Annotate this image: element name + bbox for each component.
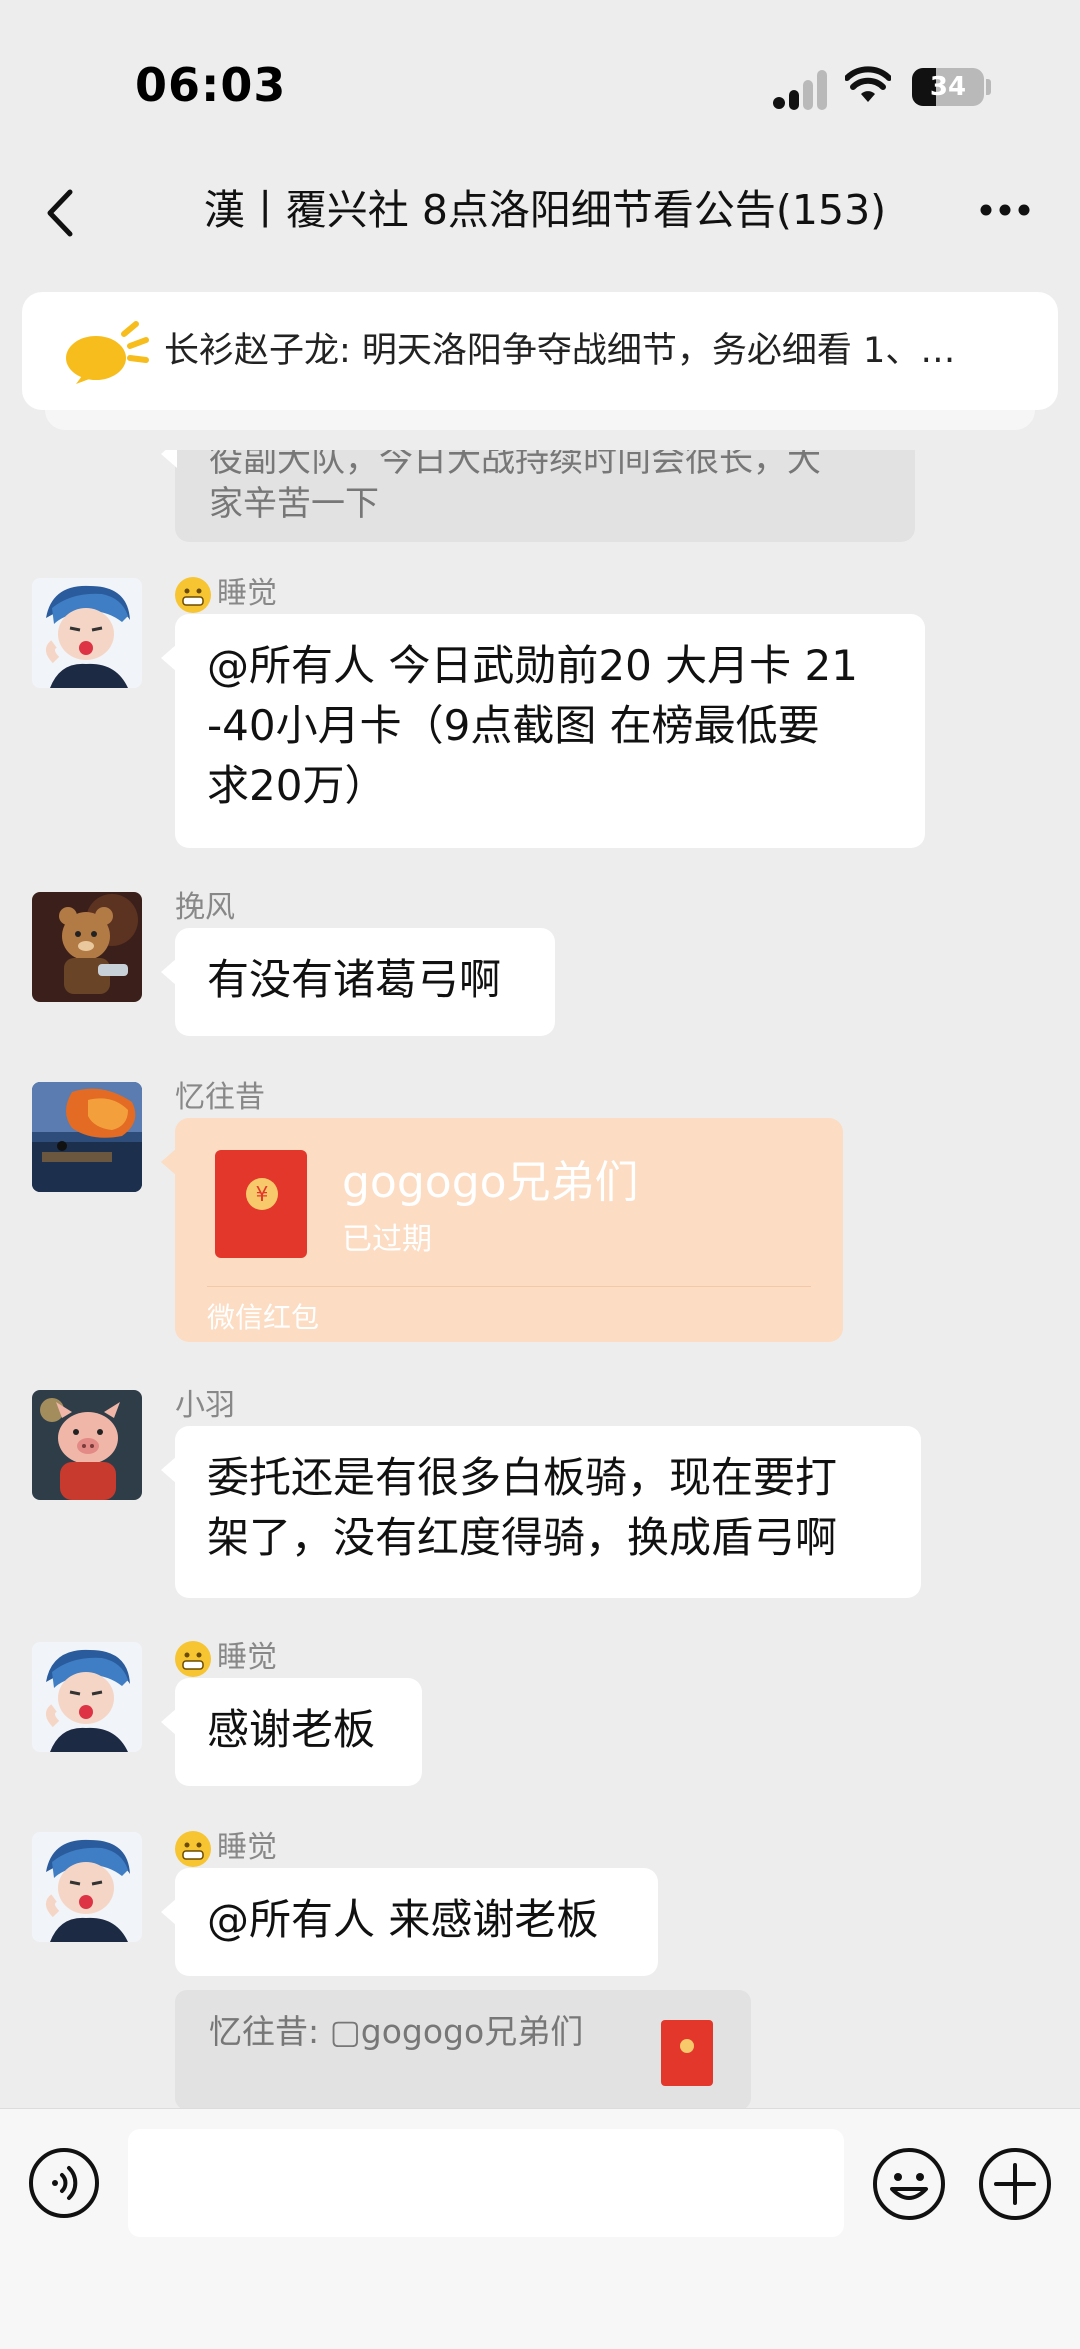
message-bubble[interactable]: @所有人 今日武勋前20 大月卡 21 -40小月卡（9点截图 在榜最低要 求2… xyxy=(161,614,925,848)
avatar[interactable] xyxy=(32,1082,142,1192)
sender-name: 小羽 xyxy=(175,1388,235,1423)
sender-name: 睡觉 xyxy=(175,1638,277,1678)
nav-bar: 漢丨覆兴社 8点洛阳细节看公告(153) xyxy=(0,150,1080,270)
battery-indicator: 34 xyxy=(912,68,984,106)
battery-tip xyxy=(986,79,991,95)
red-packet-footer: 微信红包 xyxy=(207,1301,320,1334)
avatar[interactable] xyxy=(32,1642,142,1752)
emoji-icon[interactable] xyxy=(872,2147,946,2221)
red-envelope-icon: ¥ xyxy=(215,1150,307,1258)
chat-title: 漢丨覆兴社 8点洛阳细节看公告(153) xyxy=(203,186,887,234)
yuan-coin-icon: ¥ xyxy=(246,1178,278,1210)
red-packet-title: gogogo兄弟们 xyxy=(342,1157,639,1208)
red-packet-card[interactable]: ¥ gogogo兄弟们 已过期 微信红包 xyxy=(161,1118,843,1342)
chevron-left-icon[interactable] xyxy=(40,188,80,238)
announcement-text: 长衫赵子龙: 明天洛阳争夺战细节，务必细看 1、… xyxy=(164,331,956,371)
avatar[interactable] xyxy=(32,1832,142,1942)
sender-name: 睡觉 xyxy=(175,574,277,614)
message-text-line: -40小月卡（9点截图 在榜最低要 xyxy=(207,701,820,750)
message-bubble[interactable]: 役副大队，今日大战持续时间会很长，大 家辛苦一下 xyxy=(161,450,915,542)
message-bubble[interactable]: 有没有诸葛弓啊 xyxy=(161,928,555,1036)
avatar[interactable] xyxy=(32,1390,142,1500)
more-dots-icon[interactable] xyxy=(978,202,1032,218)
red-packet-divider xyxy=(207,1286,811,1287)
status-time: 06:03 xyxy=(135,58,287,112)
message-text-line: 役副大队，今日大战持续时间会很长，大 xyxy=(209,450,821,480)
sender-name-text: 睡觉 xyxy=(217,1640,277,1675)
message-text-line: 有没有诸葛弓啊 xyxy=(207,955,502,1004)
red-envelope-icon xyxy=(661,2020,713,2086)
megaphone-icon xyxy=(66,321,149,384)
sender-name-text: 睡觉 xyxy=(217,576,277,611)
message-text-line: 感谢老板 xyxy=(207,1705,376,1754)
sender-name-text: 睡觉 xyxy=(217,1830,277,1865)
message-bubble[interactable]: 委托还是有很多白板骑，现在要打 架了，没有红度得骑，换成盾弓啊 xyxy=(161,1426,921,1598)
message-text-line: 求20万） xyxy=(207,761,387,810)
message-text-line: @所有人 来感谢老板 xyxy=(207,1895,599,1944)
chat-message-list[interactable]: 役副大队，今日大战持续时间会很长，大 家辛苦一下 睡觉 @所有人 今日武勋前20… xyxy=(0,450,1080,2110)
message-text-line: @所有人 今日武勋前20 大月卡 21 xyxy=(207,641,858,690)
red-packet-status: 已过期 xyxy=(342,1222,432,1257)
wifi-icon xyxy=(845,66,891,102)
input-bar xyxy=(0,2108,1080,2349)
message-bubble[interactable]: 感谢老板 xyxy=(161,1678,422,1786)
avatar[interactable] xyxy=(32,892,142,1002)
announcement-banner[interactable]: 长衫赵子龙: 明天洛阳争夺战细节，务必细看 1、… xyxy=(22,292,1058,410)
voice-icon[interactable] xyxy=(28,2147,100,2219)
grinning-face-icon xyxy=(175,1830,211,1867)
message-text-line: 委托还是有很多白板骑，现在要打 xyxy=(207,1453,838,1502)
message-bubble[interactable]: @所有人 来感谢老板 xyxy=(161,1868,658,1976)
sender-name: 忆往昔 xyxy=(175,1080,265,1115)
status-bar: 06:03 34 xyxy=(0,0,1080,150)
cellular-signal-icon xyxy=(773,70,827,110)
message-text-line: 架了，没有红度得骑，换成盾弓啊 xyxy=(207,1513,838,1562)
grinning-face-icon xyxy=(175,576,211,613)
avatar[interactable] xyxy=(32,578,142,688)
sender-name: 睡觉 xyxy=(175,1828,277,1868)
quoted-message-text: 忆往昔: ▢gogogo兄弟们 xyxy=(209,2012,584,2051)
message-input[interactable] xyxy=(128,2129,844,2237)
sender-name: 挽风 xyxy=(175,890,235,925)
quoted-message[interactable]: 忆往昔: ▢gogogo兄弟们 xyxy=(175,1990,751,2110)
grinning-face-icon xyxy=(175,1640,211,1677)
message-text-line: 家辛苦一下 xyxy=(209,484,379,524)
plus-icon[interactable] xyxy=(978,2147,1052,2221)
battery-text: 34 xyxy=(929,72,967,102)
